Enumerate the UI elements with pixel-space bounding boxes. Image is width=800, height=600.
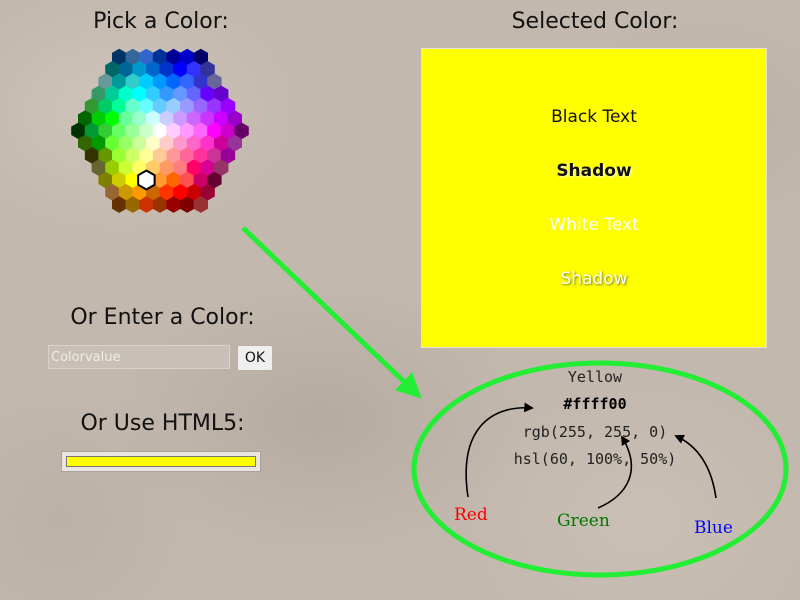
- black-shadow-text-sample: Shadow: [556, 161, 632, 181]
- enter-color-heading: Or Enter a Color:: [70, 305, 255, 330]
- pick-color-heading: Pick a Color:: [93, 9, 229, 34]
- html5-heading: Or Use HTML5:: [80, 411, 245, 436]
- hexagon-color-palette[interactable]: [40, 45, 280, 255]
- color-value-input[interactable]: [48, 345, 230, 369]
- color-hex-value: #ffff00: [563, 395, 627, 413]
- green-channel-label: Green: [557, 511, 610, 531]
- selected-color-heading: Selected Color:: [511, 9, 679, 34]
- color-rgb-value: rgb(255, 255, 0): [522, 423, 668, 441]
- color-preview-panel: Black Text Shadow White Text Shadow: [421, 48, 767, 348]
- color-name: Yellow: [567, 368, 623, 386]
- black-text-sample: Black Text: [551, 107, 637, 127]
- html5-color-picker[interactable]: [61, 451, 261, 472]
- ok-button[interactable]: OK: [237, 345, 273, 371]
- white-shadow-text-sample: Shadow: [560, 269, 628, 289]
- green-channel-arrow: [597, 435, 633, 509]
- blue-channel-label: Blue: [694, 518, 733, 538]
- white-text-sample: White Text: [549, 215, 639, 235]
- color-hsl-value: hsl(60, 100%, 50%): [513, 450, 677, 468]
- selected-swatch-marker[interactable]: [137, 169, 156, 191]
- red-channel-label: Red: [454, 505, 488, 525]
- html5-color-swatch: [66, 456, 256, 467]
